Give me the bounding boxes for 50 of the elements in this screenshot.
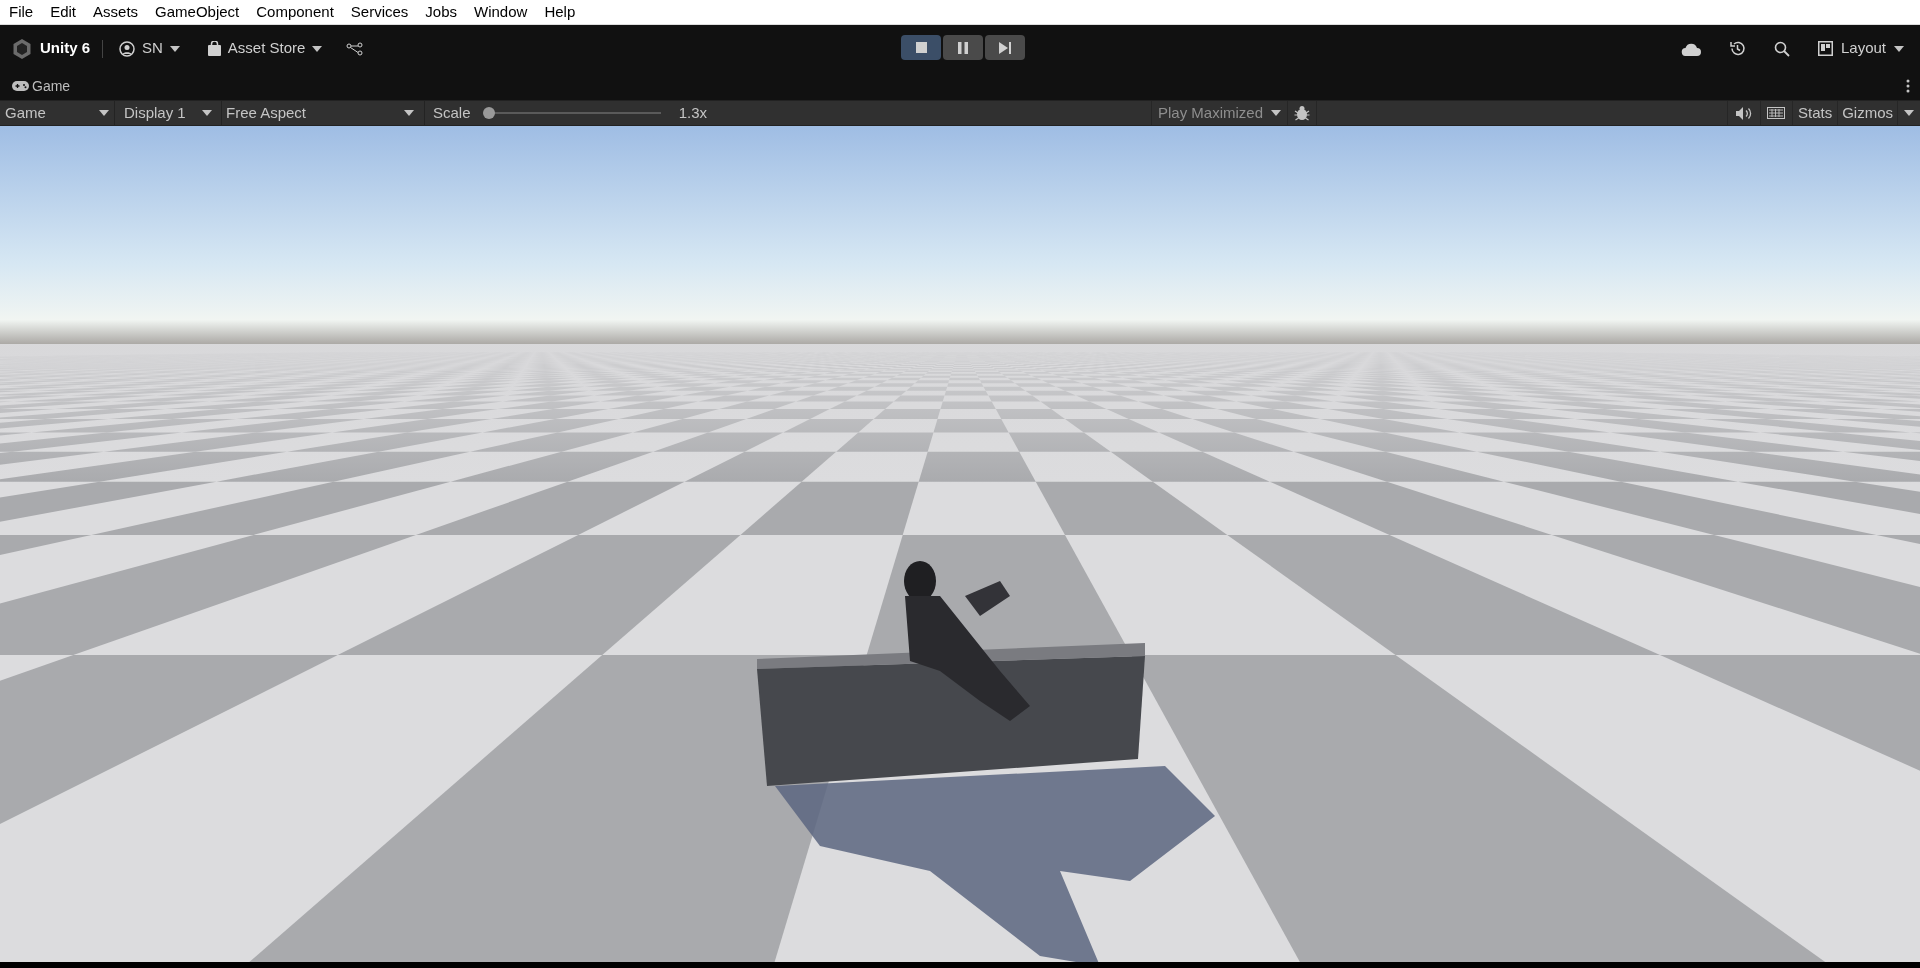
keyboard-icon[interactable] [1767,107,1786,119]
gamepad-icon [12,81,29,91]
asset-store-dropdown[interactable]: Asset Store [203,37,327,60]
stop-button[interactable] [901,35,941,60]
layout-icon [1817,41,1833,56]
caret-icon [99,110,109,116]
scale-label: Scale [433,102,471,123]
stop-icon [915,42,927,53]
editor-version: Unity 6 [40,38,90,59]
gizmos-button[interactable]: Gizmos [1838,101,1898,125]
play-mode-dropdown[interactable]: Play Maximized [1150,101,1287,125]
menu-item[interactable]: Component [251,0,339,24]
menu-item[interactable]: Services [345,0,414,24]
view-dropdown[interactable]: Game [0,101,115,125]
menu-item[interactable]: Help [539,0,581,24]
pause-icon [958,41,968,54]
step-icon [999,41,1011,54]
unity-logo-icon [12,37,32,60]
bug-icon[interactable] [1293,105,1310,121]
menu-item[interactable]: Assets [88,0,144,24]
panel-tab[interactable]: Game [12,75,71,97]
caret-icon [404,110,414,116]
scale-value: 1.3x [678,102,707,123]
menu-item[interactable]: GameObject [150,0,245,24]
stats-button[interactable]: Stats [1792,101,1839,125]
menu-item[interactable]: Window [469,0,533,24]
menu-item[interactable]: Edit [45,0,82,24]
caret-icon [1270,110,1281,116]
aspect-dropdown[interactable]: Free Aspect [222,101,425,125]
account-dropdown[interactable]: SN [115,37,184,60]
cloud-icon[interactable] [1680,41,1701,56]
caret-icon [169,45,180,52]
step-button[interactable] [985,35,1025,60]
layout-dropdown[interactable]: Layout [1817,37,1904,60]
more-options-icon[interactable] [1906,79,1910,93]
menu-item[interactable]: Jobs [420,0,463,24]
search-icon[interactable] [1773,40,1790,57]
pause-button[interactable] [943,35,983,60]
menu-item[interactable]: File [4,0,39,24]
caret-icon [1894,45,1904,52]
slider-thumb[interactable] [482,107,495,119]
caret-icon [1904,110,1914,116]
caret-icon [312,45,323,52]
caret-icon [202,110,212,116]
history-icon[interactable] [1728,40,1746,57]
version-control-icon[interactable] [346,41,365,56]
display-dropdown[interactable]: Display 1 [115,101,222,125]
shopping-bag-icon [207,41,221,56]
speaker-icon[interactable] [1735,106,1752,120]
user-icon [119,40,135,57]
